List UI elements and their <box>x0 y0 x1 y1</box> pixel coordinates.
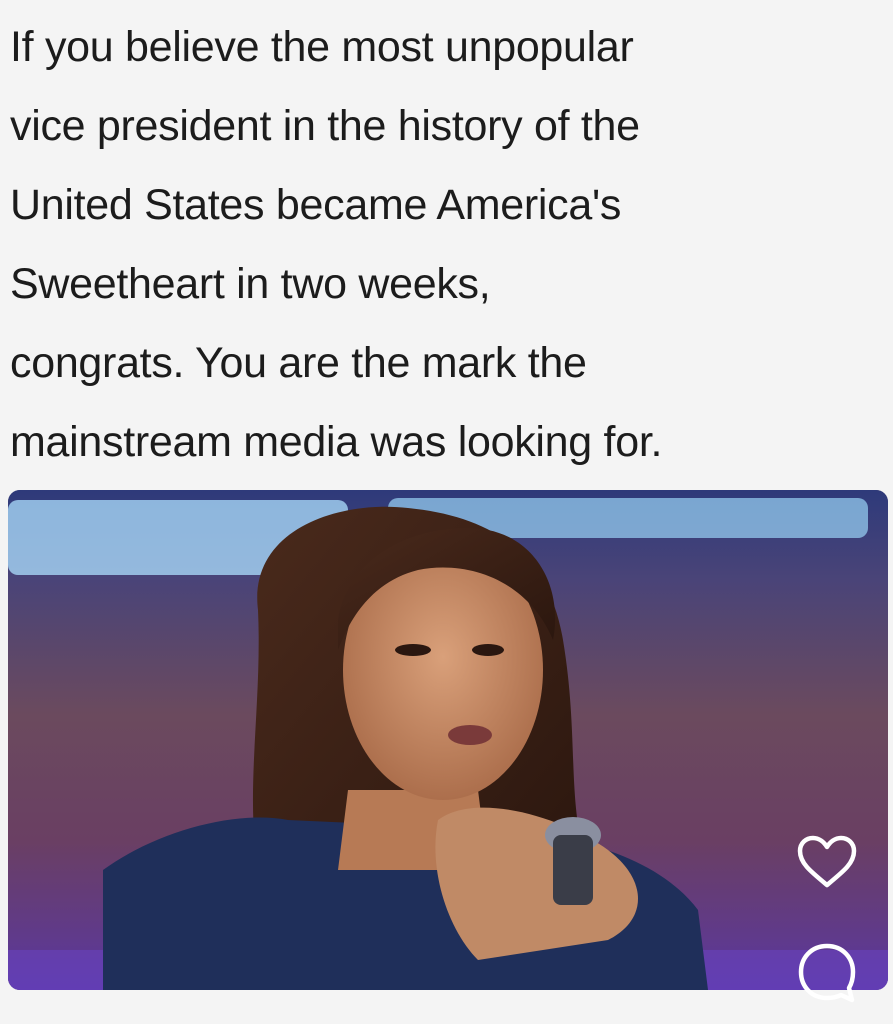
post-text: If you believe the most unpopular vice p… <box>10 23 663 466</box>
post-photo[interactable] <box>8 490 888 990</box>
heart-icon[interactable] <box>795 830 859 894</box>
comment-icon[interactable] <box>795 940 859 1004</box>
